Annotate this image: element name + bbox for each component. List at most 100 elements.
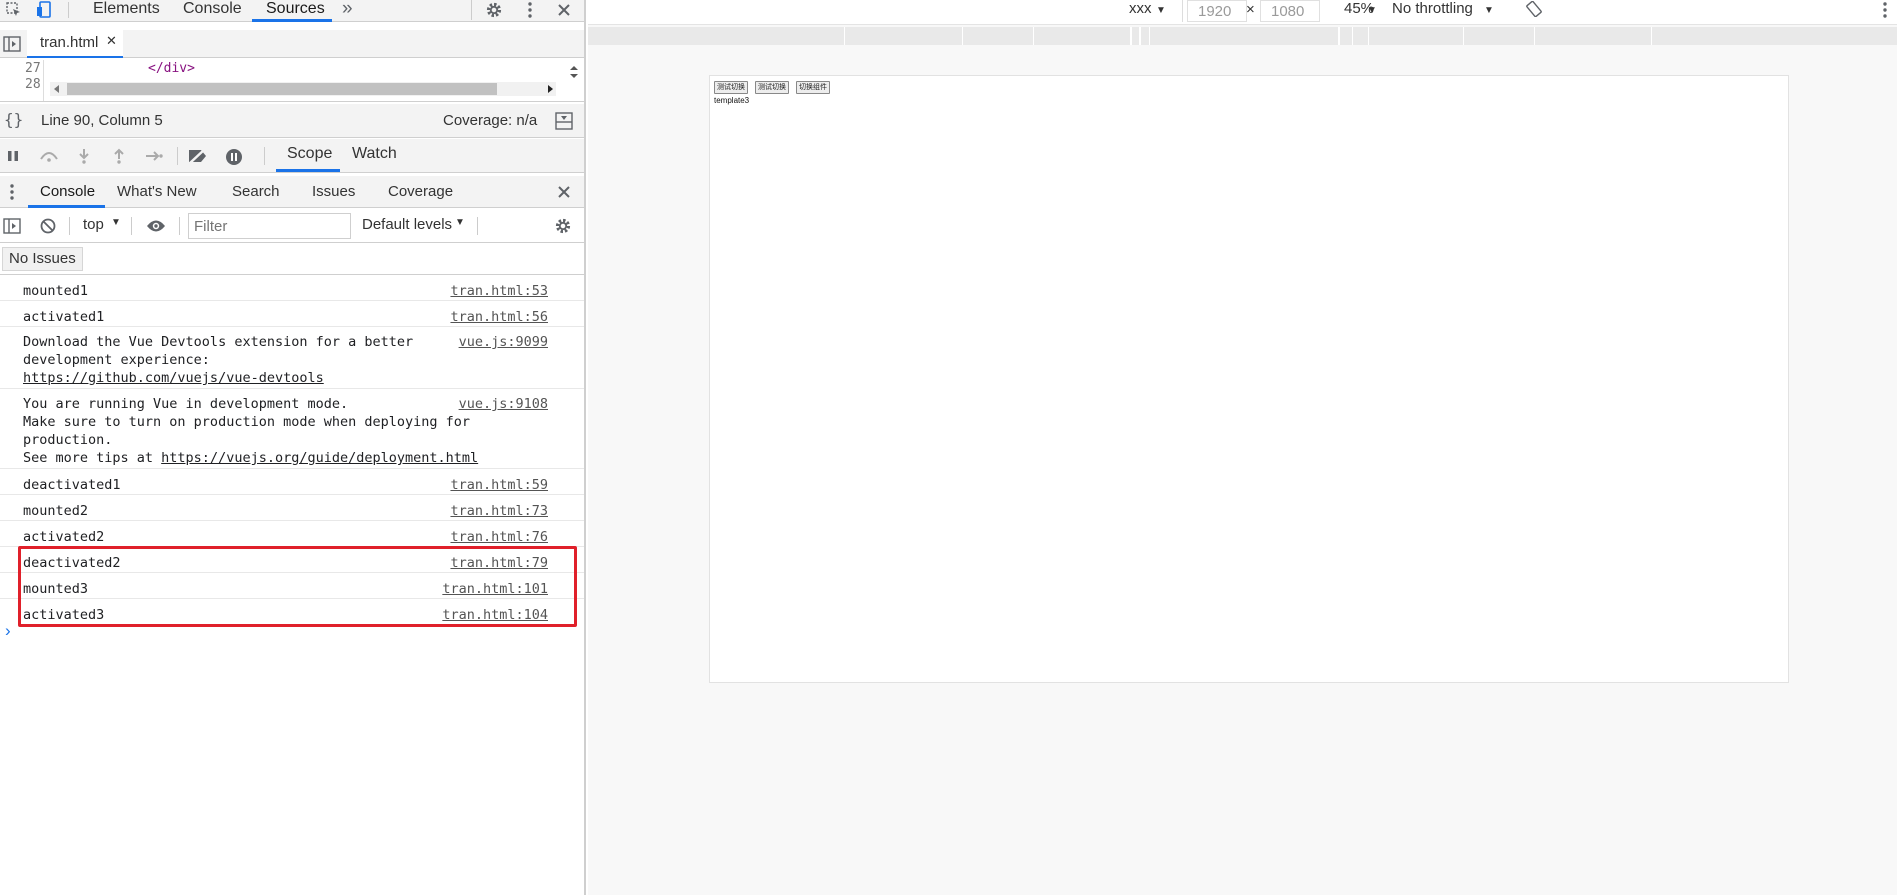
issues-bar: No Issues <box>0 244 584 275</box>
console-sidebar-icon[interactable] <box>2 216 22 236</box>
pretty-print-icon[interactable]: {} <box>4 110 23 129</box>
code-line: </div> <box>148 61 195 76</box>
chevron-down-icon: ▼ <box>1367 5 1377 16</box>
throttling-selector[interactable]: No throttling <box>1392 0 1473 25</box>
message-text: production. <box>23 432 113 448</box>
media-query-bar[interactable] <box>588 27 1897 45</box>
context-selector[interactable]: top <box>83 216 104 233</box>
close-drawer-icon[interactable] <box>554 182 574 202</box>
console-message: You are running Vue in development mode.… <box>0 390 584 469</box>
message-text: Download the Vue Devtools extension for … <box>23 334 414 350</box>
message-source-link[interactable]: tran.html:59 <box>450 476 548 494</box>
vue-devtools-link[interactable]: https://github.com/vuejs/vue-devtools <box>23 369 324 387</box>
toggle-debugger-sidebar-icon[interactable] <box>554 111 574 131</box>
pause-icon[interactable] <box>4 147 22 165</box>
switch-button-2[interactable]: 测试切换 <box>755 81 789 94</box>
horizontal-scrollbar[interactable] <box>50 82 556 96</box>
width-input[interactable] <box>1187 0 1247 22</box>
console-message: mounted1 tran.html:53 <box>0 276 584 301</box>
message-source-link[interactable]: vue.js:9108 <box>459 395 548 413</box>
deactivate-breakpoints-icon[interactable] <box>187 147 209 165</box>
console-message: deactivated1 tran.html:59 <box>0 470 584 495</box>
drawer-tab-console-indicator <box>28 205 105 208</box>
times-glyph: × <box>1246 1 1255 18</box>
tab-scope-indicator <box>276 169 340 172</box>
drawer-tab-console[interactable]: Console <box>40 183 95 200</box>
drawer-menu-icon[interactable] <box>6 182 18 202</box>
tab-console[interactable]: Console <box>183 0 242 18</box>
device-toolbar-icon[interactable] <box>34 0 54 20</box>
file-tab-close-icon[interactable]: ✕ <box>106 33 117 49</box>
message-source-link[interactable]: tran.html:56 <box>450 308 548 326</box>
vertical-scroll-arrows[interactable] <box>568 64 580 80</box>
console-message: mounted2 tran.html:73 <box>0 496 584 521</box>
chevron-down-icon: ▼ <box>111 217 121 228</box>
drawer-tab-whats-new[interactable]: What's New <box>117 183 197 200</box>
message-text: You are running Vue in development mode. <box>23 396 349 412</box>
chevron-down-icon: ▼ <box>1484 5 1494 16</box>
tab-sources-indicator <box>252 19 332 22</box>
console-messages: mounted1 tran.html:53 activated1 tran.ht… <box>0 276 584 895</box>
navigator-toggle-icon[interactable] <box>2 34 22 54</box>
emulated-page: 测试切换 测试切换 切换组件 template3 <box>709 75 1789 683</box>
step-icon[interactable] <box>144 147 164 165</box>
kebab-menu-icon[interactable] <box>520 0 540 20</box>
tab-watch[interactable]: Watch <box>352 145 397 163</box>
tab-elements[interactable]: Elements <box>93 0 160 18</box>
device-options-kebab-icon[interactable] <box>1878 0 1892 20</box>
message-text: mounted1 <box>23 283 89 299</box>
message-source-link[interactable]: vue.js:9099 <box>459 333 548 351</box>
switch-component-button[interactable]: 切换组件 <box>796 81 830 94</box>
code-editor[interactable]: 27 </div> 28 <box>0 60 584 102</box>
console-toolbar: top ▼ Default levels ▼ <box>0 209 584 243</box>
device-selector[interactable]: xxx <box>1129 0 1152 25</box>
drawer-tabs: Console What's New Search Issues Coverag… <box>0 176 584 208</box>
file-tab-tran-html[interactable]: tran.html ✕ <box>27 30 123 58</box>
main-toolbar: Elements Console Sources » <box>0 0 584 22</box>
message-text: mounted2 <box>23 503 89 519</box>
console-message: Download the Vue Devtools extension for … <box>0 328 584 389</box>
debugger-toolbar: Scope Watch <box>0 139 584 173</box>
chevron-down-icon: ▼ <box>455 217 465 228</box>
editor-status-bar: {} Line 90, Column 5 Coverage: n/a <box>0 104 584 138</box>
drawer-tab-search[interactable]: Search <box>232 183 280 200</box>
line-number: 28 <box>25 77 41 92</box>
message-source-link[interactable]: tran.html:76 <box>450 528 548 546</box>
console-prompt[interactable]: › <box>5 621 11 641</box>
step-into-icon[interactable] <box>76 147 92 165</box>
message-text: activated1 <box>23 309 105 325</box>
line-number: 27 <box>25 61 41 76</box>
inspect-element-icon[interactable] <box>4 0 24 20</box>
tab-scope[interactable]: Scope <box>287 145 332 163</box>
log-levels-dropdown[interactable]: Default levels <box>362 216 452 233</box>
message-text: activated2 <box>23 529 105 545</box>
switch-button-1[interactable]: 测试切换 <box>714 81 748 94</box>
console-message: activated1 tran.html:56 <box>0 302 584 327</box>
pause-on-exceptions-icon[interactable] <box>224 147 244 167</box>
more-tabs-button[interactable]: » <box>342 0 353 20</box>
live-expression-icon[interactable] <box>145 216 167 236</box>
rotate-icon[interactable] <box>1524 0 1544 18</box>
tab-sources[interactable]: Sources <box>266 0 325 18</box>
coverage-status: Coverage: n/a <box>443 112 538 129</box>
message-source-link[interactable]: tran.html:53 <box>450 282 548 300</box>
editor-tabs: tran.html ✕ <box>0 30 584 58</box>
clear-console-icon[interactable] <box>38 216 58 236</box>
drawer-tab-issues[interactable]: Issues <box>312 183 355 200</box>
step-out-icon[interactable] <box>111 147 127 165</box>
console-settings-gear-icon[interactable] <box>553 216 573 236</box>
scrollbar-thumb[interactable] <box>67 83 497 95</box>
no-issues-button[interactable]: No Issues <box>2 247 83 271</box>
message-source-link[interactable]: tran.html:73 <box>450 502 548 520</box>
gear-icon[interactable] <box>484 0 504 20</box>
chevron-down-icon: ▼ <box>1156 5 1166 16</box>
close-icon[interactable] <box>554 0 574 20</box>
drawer-tab-coverage[interactable]: Coverage <box>388 183 453 200</box>
cursor-position: Line 90, Column 5 <box>41 112 163 129</box>
console-filter-input[interactable] <box>188 213 351 239</box>
deployment-guide-link[interactable]: https://vuejs.org/guide/deployment.html <box>161 450 478 466</box>
step-over-icon[interactable] <box>38 147 60 165</box>
message-text: Make sure to turn on production mode whe… <box>23 414 471 430</box>
height-input[interactable] <box>1260 0 1320 22</box>
file-tab-label: tran.html <box>40 34 99 51</box>
